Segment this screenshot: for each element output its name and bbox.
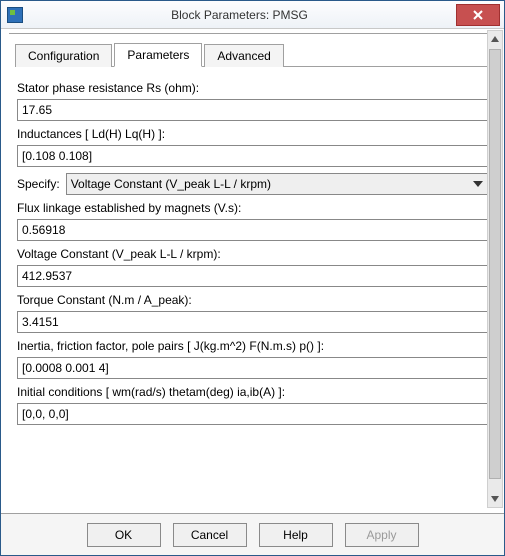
chevron-down-icon — [491, 495, 499, 503]
tab-parameters[interactable]: Parameters — [114, 43, 202, 67]
apply-button: Apply — [345, 523, 419, 547]
window-title: Block Parameters: PMSG — [23, 8, 456, 22]
inductances-label: Inductances [ Ld(H) Lq(H) ]: — [17, 127, 488, 141]
inertia-label: Inertia, friction factor, pole pairs [ J… — [17, 339, 488, 353]
button-bar: OK Cancel Help Apply — [1, 513, 504, 555]
tab-advanced[interactable]: Advanced — [204, 44, 283, 67]
tab-strip: Configuration Parameters Advanced — [15, 43, 490, 67]
chevron-up-icon — [491, 35, 499, 43]
app-icon — [7, 7, 23, 23]
dialog-body: Configuration Parameters Advanced Stator… — [1, 29, 504, 513]
specify-dropdown[interactable]: Voltage Constant (V_peak L-L / krpm) — [66, 173, 488, 195]
torque-constant-label: Torque Constant (N.m / A_peak): — [17, 293, 488, 307]
close-icon — [473, 10, 483, 20]
specify-label: Specify: — [17, 177, 60, 191]
torque-constant-input[interactable] — [17, 311, 488, 333]
specify-value: Voltage Constant (V_peak L-L / krpm) — [71, 177, 271, 191]
flux-input[interactable] — [17, 219, 488, 241]
initial-conditions-label: Initial conditions [ wm(rad/s) thetam(de… — [17, 385, 488, 399]
voltage-constant-label: Voltage Constant (V_peak L-L / krpm): — [17, 247, 488, 261]
tab-configuration[interactable]: Configuration — [15, 44, 112, 67]
flux-label: Flux linkage established by magnets (V.s… — [17, 201, 488, 215]
vertical-scrollbar[interactable] — [487, 30, 503, 508]
title-bar: Block Parameters: PMSG — [1, 1, 504, 29]
initial-conditions-input[interactable] — [17, 403, 488, 425]
voltage-constant-input[interactable] — [17, 265, 488, 287]
close-button[interactable] — [456, 4, 500, 26]
rs-input[interactable] — [17, 99, 488, 121]
form-area: Stator phase resistance Rs (ohm): Induct… — [15, 67, 490, 507]
cancel-button[interactable]: Cancel — [173, 523, 247, 547]
rs-label: Stator phase resistance Rs (ohm): — [17, 81, 488, 95]
scroll-thumb[interactable] — [489, 49, 501, 479]
inductances-input[interactable] — [17, 145, 488, 167]
ok-button[interactable]: OK — [87, 523, 161, 547]
scroll-up-button[interactable] — [488, 31, 502, 47]
scroll-down-button[interactable] — [488, 491, 502, 507]
inertia-input[interactable] — [17, 357, 488, 379]
help-button[interactable]: Help — [259, 523, 333, 547]
divider — [9, 33, 496, 39]
